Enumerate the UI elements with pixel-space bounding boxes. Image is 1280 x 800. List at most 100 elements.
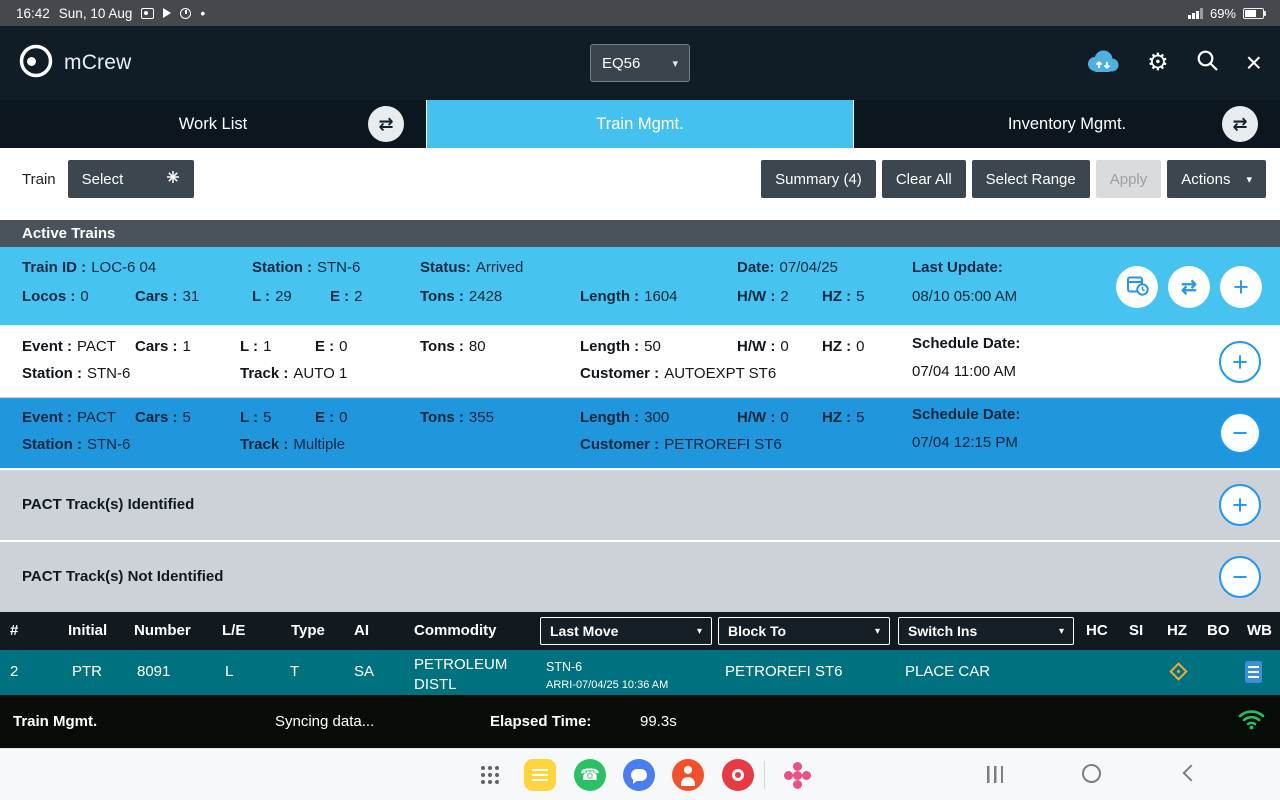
minus-icon: − (1232, 564, 1248, 591)
track-field: Track :Multiple (240, 436, 345, 453)
locos-field: Locos :0 (22, 288, 89, 305)
loads-field: L :29 (252, 288, 292, 305)
messages-app-icon[interactable] (623, 759, 655, 791)
notification-dot: • (200, 5, 205, 21)
plus-icon: + (1232, 492, 1248, 519)
event-expand-button[interactable]: + (1219, 341, 1261, 383)
elapsed-time-value: 99.3s (640, 713, 677, 730)
event-collapse-button[interactable]: − (1219, 412, 1261, 454)
elapsed-time-label: Elapsed Time: (490, 713, 591, 730)
members-app-icon[interactable] (672, 759, 704, 791)
phone-glyph: ☎ (580, 765, 600, 785)
notes-app-icon[interactable] (524, 759, 556, 791)
active-trains-header: Active Trains (0, 220, 1280, 247)
phone-app-icon[interactable]: ☎ (574, 759, 606, 791)
switch-ins-filter-dropdown[interactable]: Switch Ins ▾ (898, 617, 1074, 645)
gallery-app-icon[interactable] (781, 759, 813, 791)
recent-apps-button[interactable] (987, 766, 1003, 783)
camera-app-icon[interactable] (722, 759, 754, 791)
battery-icon (1243, 8, 1264, 19)
cars-field: Cars :5 (135, 409, 191, 426)
pact-identified-expand-button[interactable]: + (1219, 484, 1261, 526)
select-range-label: Select Range (986, 171, 1076, 188)
tab-inventory-mgmt[interactable]: Inventory Mgmt. ⇄ (854, 100, 1280, 148)
cloud-sync-icon[interactable] (1084, 48, 1120, 79)
length-field: Length :50 (580, 338, 661, 355)
back-button[interactable] (1183, 765, 1200, 782)
app-footer: Train Mgmt. Syncing data... Elapsed Time… (0, 695, 1280, 748)
close-icon[interactable]: × (1246, 49, 1262, 77)
empties-field: E :2 (330, 288, 363, 305)
loads-field: L :5 (240, 409, 271, 426)
cell-block-to: PETROREFI ST6 (725, 663, 843, 680)
customer-field: Customer :AUTOEXPT ST6 (580, 365, 776, 382)
wifi-icon (1238, 708, 1265, 734)
station-field: Station :STN-6 (22, 436, 130, 453)
tab-train-mgmt[interactable]: Train Mgmt. (427, 100, 854, 148)
tons-field: Tons :80 (420, 338, 486, 355)
col-initial: Initial (68, 622, 107, 639)
select-range-button[interactable]: Select Range (972, 160, 1090, 198)
sparkle-icon (166, 170, 180, 188)
cars-field: Cars :1 (135, 338, 191, 355)
swap-icon[interactable]: ⇄ (1222, 106, 1258, 142)
hw-field: H/W :0 (737, 338, 789, 355)
cell-commodity-line1: PETROLEUM (414, 656, 507, 673)
clear-all-button[interactable]: Clear All (882, 160, 966, 198)
active-trains-title: Active Trains (22, 225, 115, 242)
col-type: Type (291, 622, 325, 639)
app-drawer-icon[interactable] (481, 766, 485, 770)
customer-field: Customer :PETROREFI ST6 (580, 436, 782, 453)
event-field: Event :PACT (22, 409, 116, 426)
train-select-button[interactable]: Select (68, 160, 194, 198)
event-row-1[interactable]: Event :PACT Station :STN-6 Cars :1 L :1 … (0, 327, 1280, 398)
schedule-date-value: 07/04 12:15 PM (912, 434, 1018, 451)
train-expand-button[interactable]: + (1220, 266, 1262, 308)
summary-button[interactable]: Summary (4) (761, 160, 876, 198)
gear-icon[interactable]: ⚙ (1147, 51, 1169, 75)
android-nav-bar: ☎ (0, 748, 1280, 800)
swap-glyph: ⇄ (1232, 114, 1247, 135)
pact-not-identified-section[interactable]: PACT Track(s) Not Identified − (0, 540, 1280, 612)
hw-field: H/W :0 (737, 409, 789, 426)
track-field: Track :AUTO 1 (240, 365, 347, 382)
home-button[interactable] (1082, 764, 1101, 783)
plus-icon: + (1232, 349, 1248, 376)
play-icon (163, 8, 171, 18)
pact-identified-section[interactable]: PACT Track(s) Identified + (0, 468, 1280, 540)
schedule-date-label: Schedule Date: (912, 335, 1025, 352)
tab-work-list[interactable]: Work List ⇄ (0, 100, 427, 148)
actions-dropdown[interactable]: Actions ▾ (1167, 160, 1266, 198)
col-wb: WB (1247, 622, 1272, 639)
block-to-filter-dropdown[interactable]: Block To ▾ (718, 617, 890, 645)
cell-switch-ins: PLACE CAR (905, 663, 990, 680)
switch-ins-filter-label: Switch Ins (908, 623, 977, 639)
date-field: Date:07/04/25 (737, 259, 838, 276)
col-number-sign: # (10, 622, 18, 639)
clear-all-label: Clear All (896, 171, 952, 188)
train-selector-dropdown[interactable]: EQ56 ▾ (590, 44, 690, 82)
event-row-2[interactable]: Event :PACT Station :STN-6 Cars :5 L :5 … (0, 398, 1280, 468)
last-move-filter-dropdown[interactable]: Last Move ▾ (540, 617, 712, 645)
pact-not-identified-collapse-button[interactable]: − (1219, 556, 1261, 598)
tab-work-list-label: Work List (179, 115, 247, 134)
event-field: Event :PACT (22, 338, 116, 355)
col-bo: BO (1207, 622, 1230, 639)
chevron-down-icon: ▾ (1059, 626, 1064, 637)
car-table-row[interactable]: 2 PTR 8091 L T SA PETROLEUM DISTL STN-6 … (0, 650, 1280, 695)
chevron-down-icon: ▾ (697, 626, 702, 637)
train-swap-button[interactable]: ⇄ (1168, 266, 1210, 308)
train-schedule-button[interactable] (1116, 266, 1158, 308)
swap-icon[interactable]: ⇄ (368, 106, 404, 142)
app-header: mCrew EQ56 ▾ ⚙ × (0, 26, 1280, 100)
train-summary-row[interactable]: Train ID :LOC-6 04 Locos :0 Cars :31 Sta… (0, 247, 1280, 327)
actions-label: Actions (1181, 171, 1230, 188)
document-icon[interactable] (1245, 661, 1262, 683)
apply-button[interactable]: Apply (1096, 160, 1162, 198)
signal-icon (1188, 8, 1203, 19)
col-le: L/E (222, 622, 245, 639)
search-icon[interactable] (1196, 49, 1219, 77)
swap-icon: ⇄ (1181, 278, 1197, 297)
empties-field: E :0 (315, 409, 348, 426)
station-field: Station :STN-6 (252, 259, 360, 276)
